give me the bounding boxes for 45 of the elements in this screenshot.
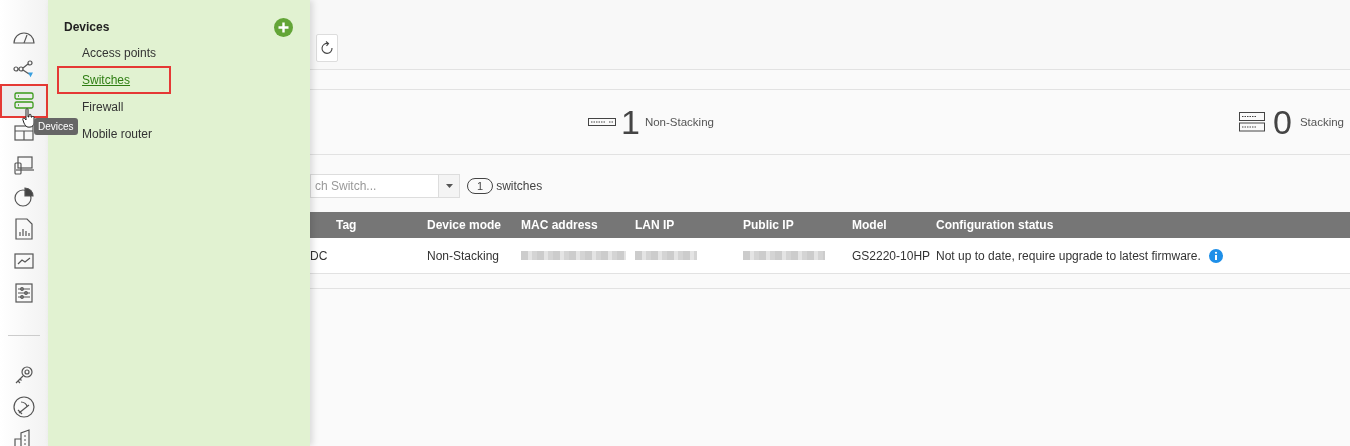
switch-stack-icon [14, 91, 34, 111]
info-icon[interactable] [1208, 248, 1223, 263]
sidebar-item[interactable] [0, 84, 48, 118]
refresh-icon [321, 40, 333, 56]
menu-title: Devices [64, 20, 110, 34]
column-header[interactable]: Device mode [427, 218, 521, 232]
table-cell: Not up to date, require upgrade to latest firmware. [936, 248, 1201, 263]
switch-icon [588, 118, 616, 126]
switch-type-label: Non-Stacking [644, 116, 714, 128]
menu-item[interactable]: Firewall [57, 93, 171, 121]
pie-chart-icon [14, 187, 34, 207]
column-header[interactable]: Model [852, 218, 936, 232]
menu-item[interactable]: Switches [57, 66, 171, 94]
hand-cursor-icon [22, 108, 36, 128]
column-header[interactable]: MAC address [521, 218, 635, 232]
table-cell: Non-Stacking [427, 248, 500, 263]
blurred-text-icon [743, 250, 825, 260]
table-row[interactable]: DC Non-Stacking GS2220-10HP Not up to date, require upgrade to latest firmware. [310, 238, 1350, 274]
blurred-text-icon [521, 250, 626, 260]
switch-type-label: Stacking [1299, 116, 1344, 128]
switch-count: 1 [621, 102, 640, 142]
column-header[interactable]: LAN IP [635, 218, 743, 232]
report-icon [15, 218, 33, 240]
devices-icon [14, 155, 34, 175]
gauge-icon [13, 29, 35, 45]
column-header[interactable]: Tag [336, 218, 427, 232]
sliders-icon [15, 283, 33, 303]
table-cell: GS2220-10HP [852, 248, 931, 263]
network-icon [13, 60, 35, 78]
line-chart-icon [14, 253, 34, 269]
search-field[interactable]: ch Switch... [310, 174, 438, 198]
menu-item[interactable]: Access points [57, 39, 171, 67]
stacked-switches-icon [1238, 112, 1265, 132]
caret-icon [445, 184, 453, 188]
table-cell: DC [310, 248, 328, 263]
column-header[interactable]: Configuration status [936, 218, 1350, 232]
tooltip: Devices [34, 118, 78, 135]
count-label: switches [496, 179, 543, 193]
key-icon [14, 365, 34, 385]
dropdown-button[interactable] [438, 174, 460, 198]
switch-count: 0 [1272, 102, 1292, 142]
refresh-button[interactable] [316, 34, 338, 62]
blurred-text-icon [635, 250, 697, 260]
column-header[interactable]: Public IP [743, 218, 852, 232]
add-icon[interactable] [274, 17, 293, 37]
